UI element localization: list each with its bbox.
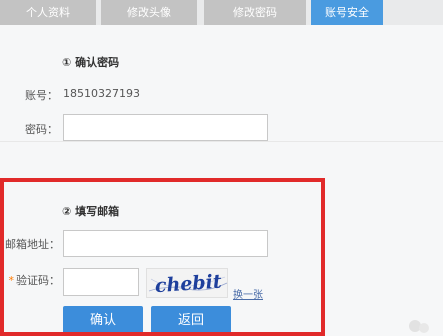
watermark-icon	[409, 320, 429, 333]
email-label: 邮箱地址：	[5, 238, 60, 251]
captcha-image[interactable]: chebit	[146, 268, 228, 298]
tab-change-password[interactable]: 修改密码	[204, 0, 306, 25]
captcha-graphic: chebit	[148, 271, 227, 298]
section-divider	[0, 141, 443, 142]
account-label: 账号：	[25, 89, 58, 102]
password-field[interactable]	[63, 114, 268, 141]
captcha-label-text: 验证码：	[16, 274, 60, 287]
account-value: 18510327193	[63, 87, 140, 100]
tab-avatar[interactable]: 修改头像	[101, 0, 197, 25]
captcha-text: chebit	[154, 271, 222, 298]
step-fill-email-title: ② 填写邮箱	[62, 205, 120, 218]
tab-profile[interactable]: 个人资料	[0, 0, 96, 25]
captcha-label: * 验证码：	[4, 272, 61, 288]
tab-bar: 个人资料 修改头像 修改密码 账号安全	[0, 0, 443, 25]
tab-account-security[interactable]: 账号安全	[311, 0, 383, 25]
confirm-button[interactable]: 确认	[63, 306, 143, 336]
password-label: 密码：	[25, 123, 58, 136]
required-mark: *	[8, 274, 15, 287]
step-confirm-password-title: ① 确认密码	[62, 56, 120, 69]
email-field[interactable]	[63, 230, 268, 257]
refresh-captcha-link[interactable]: 换一张	[233, 286, 263, 301]
captcha-input[interactable]	[63, 268, 139, 296]
back-button[interactable]: 返回	[151, 306, 231, 336]
